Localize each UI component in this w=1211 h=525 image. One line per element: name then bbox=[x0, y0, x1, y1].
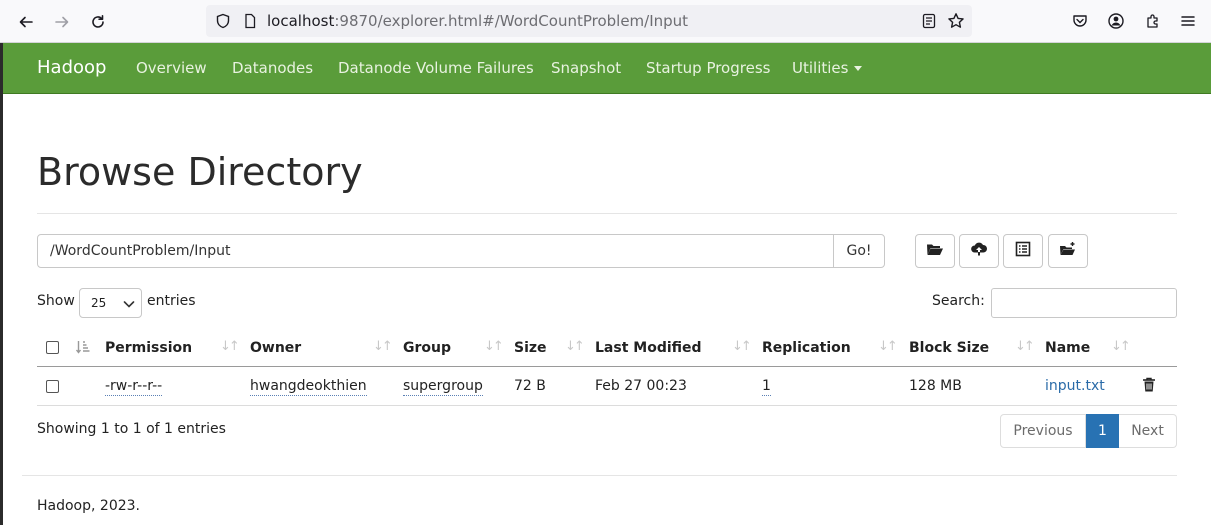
cell-size: 72 B bbox=[514, 378, 546, 394]
table-info: Showing 1 to 1 of 1 entries bbox=[37, 421, 226, 437]
divider bbox=[37, 213, 1177, 214]
caret-down-icon bbox=[854, 66, 863, 71]
top-navbar: Hadoop Overview Datanodes Datanode Volum… bbox=[3, 43, 1211, 94]
column-last-modified[interactable]: Last Modified bbox=[595, 340, 702, 356]
nav-snapshot[interactable]: Snapshot bbox=[551, 59, 621, 77]
column-owner[interactable]: Owner bbox=[250, 340, 301, 356]
extensions-icon[interactable] bbox=[1143, 10, 1163, 32]
entries-label: entries bbox=[147, 293, 196, 309]
trash-icon[interactable] bbox=[1142, 377, 1156, 397]
forward-arrow-icon[interactable] bbox=[48, 8, 76, 36]
cell-owner[interactable]: hwangdeokthien bbox=[250, 378, 367, 396]
menu-icon[interactable] bbox=[1178, 10, 1198, 32]
sort-arrows-icon[interactable]: ↓↑ bbox=[1111, 339, 1131, 354]
create-directory-button[interactable] bbox=[915, 234, 955, 268]
column-replication[interactable]: Replication bbox=[762, 340, 851, 356]
sort-arrows-icon[interactable]: ↓↑ bbox=[878, 339, 898, 354]
file-name-link[interactable]: input.txt bbox=[1045, 378, 1105, 394]
cell-block-size: 128 MB bbox=[909, 378, 962, 394]
nav-overview[interactable]: Overview bbox=[136, 59, 207, 77]
cell-last-modified: Feb 27 00:23 bbox=[595, 378, 687, 394]
page-info-icon[interactable] bbox=[242, 13, 258, 33]
shield-icon[interactable] bbox=[215, 13, 231, 33]
sort-arrows-icon[interactable]: ↓↑ bbox=[565, 339, 585, 354]
pagination: Previous 1 Next bbox=[1000, 414, 1177, 448]
sort-arrows-icon[interactable]: ↓↑ bbox=[373, 339, 393, 354]
cut-paste-button[interactable] bbox=[1003, 234, 1043, 268]
search-label: Search: bbox=[932, 293, 985, 309]
sort-arrows-icon[interactable]: ↓↑ bbox=[484, 339, 504, 354]
nav-utilities[interactable]: Utilities bbox=[792, 59, 863, 77]
directory-path-input[interactable] bbox=[37, 234, 834, 268]
reader-view-icon[interactable] bbox=[921, 13, 937, 33]
bookmark-star-icon[interactable] bbox=[947, 12, 965, 34]
chevron-down-icon bbox=[123, 298, 135, 312]
select-all-checkbox[interactable] bbox=[46, 341, 59, 354]
account-icon[interactable] bbox=[1106, 10, 1126, 32]
pocket-icon[interactable] bbox=[1070, 10, 1090, 32]
brand-logo[interactable]: Hadoop bbox=[37, 57, 106, 78]
nav-datanode-volume-failures[interactable]: Datanode Volume Failures bbox=[338, 59, 534, 77]
entries-per-page-select[interactable]: 25 bbox=[79, 288, 142, 318]
url-text: localhost:9870/explorer.html#/WordCountP… bbox=[267, 12, 689, 30]
cell-group[interactable]: supergroup bbox=[403, 378, 483, 396]
table-header-divider bbox=[37, 366, 1177, 367]
sort-arrows-icon[interactable]: ↓↑ bbox=[1015, 339, 1035, 354]
folder-plus-icon bbox=[1059, 241, 1077, 261]
page-title: Browse Directory bbox=[37, 150, 363, 194]
cell-permission[interactable]: -rw-r--r-- bbox=[105, 378, 163, 396]
back-arrow-icon[interactable] bbox=[12, 8, 40, 36]
column-name[interactable]: Name bbox=[1045, 340, 1090, 356]
column-group[interactable]: Group bbox=[403, 340, 451, 356]
entries-select-value: 25 bbox=[91, 296, 107, 310]
footer-divider bbox=[22, 475, 1177, 476]
column-permission[interactable]: Permission bbox=[105, 340, 192, 356]
go-button[interactable]: Go! bbox=[833, 234, 885, 268]
nav-utilities-label: Utilities bbox=[792, 59, 849, 77]
previous-page-button[interactable]: Previous bbox=[1000, 414, 1086, 448]
show-label: Show bbox=[37, 293, 75, 309]
column-size[interactable]: Size bbox=[514, 340, 547, 356]
nav-startup-progress[interactable]: Startup Progress bbox=[646, 59, 770, 77]
upload-files-button[interactable] bbox=[959, 234, 999, 268]
browser-toolbar: localhost:9870/explorer.html#/WordCountP… bbox=[0, 0, 1211, 43]
folder-open-icon bbox=[926, 241, 944, 261]
sort-amount-icon[interactable] bbox=[75, 339, 91, 359]
footer-text: Hadoop, 2023. bbox=[37, 498, 140, 514]
nav-datanodes[interactable]: Datanodes bbox=[232, 59, 313, 77]
reload-icon[interactable] bbox=[84, 8, 112, 36]
address-bar[interactable]: localhost:9870/explorer.html#/WordCountP… bbox=[206, 5, 972, 37]
next-page-button[interactable]: Next bbox=[1119, 414, 1177, 448]
new-folder-button[interactable] bbox=[1048, 234, 1088, 268]
cloud-upload-icon bbox=[970, 241, 988, 261]
row-checkbox[interactable] bbox=[46, 380, 59, 393]
cell-replication[interactable]: 1 bbox=[762, 378, 771, 396]
search-input[interactable] bbox=[991, 288, 1177, 318]
window-edge bbox=[0, 43, 3, 525]
sort-arrows-icon[interactable]: ↓↑ bbox=[732, 339, 752, 354]
page-1-button[interactable]: 1 bbox=[1086, 414, 1119, 448]
column-block-size[interactable]: Block Size bbox=[909, 340, 989, 356]
table-row-divider bbox=[37, 405, 1177, 406]
sort-arrows-icon[interactable]: ↓↑ bbox=[220, 339, 240, 354]
list-alt-icon bbox=[1015, 241, 1031, 261]
